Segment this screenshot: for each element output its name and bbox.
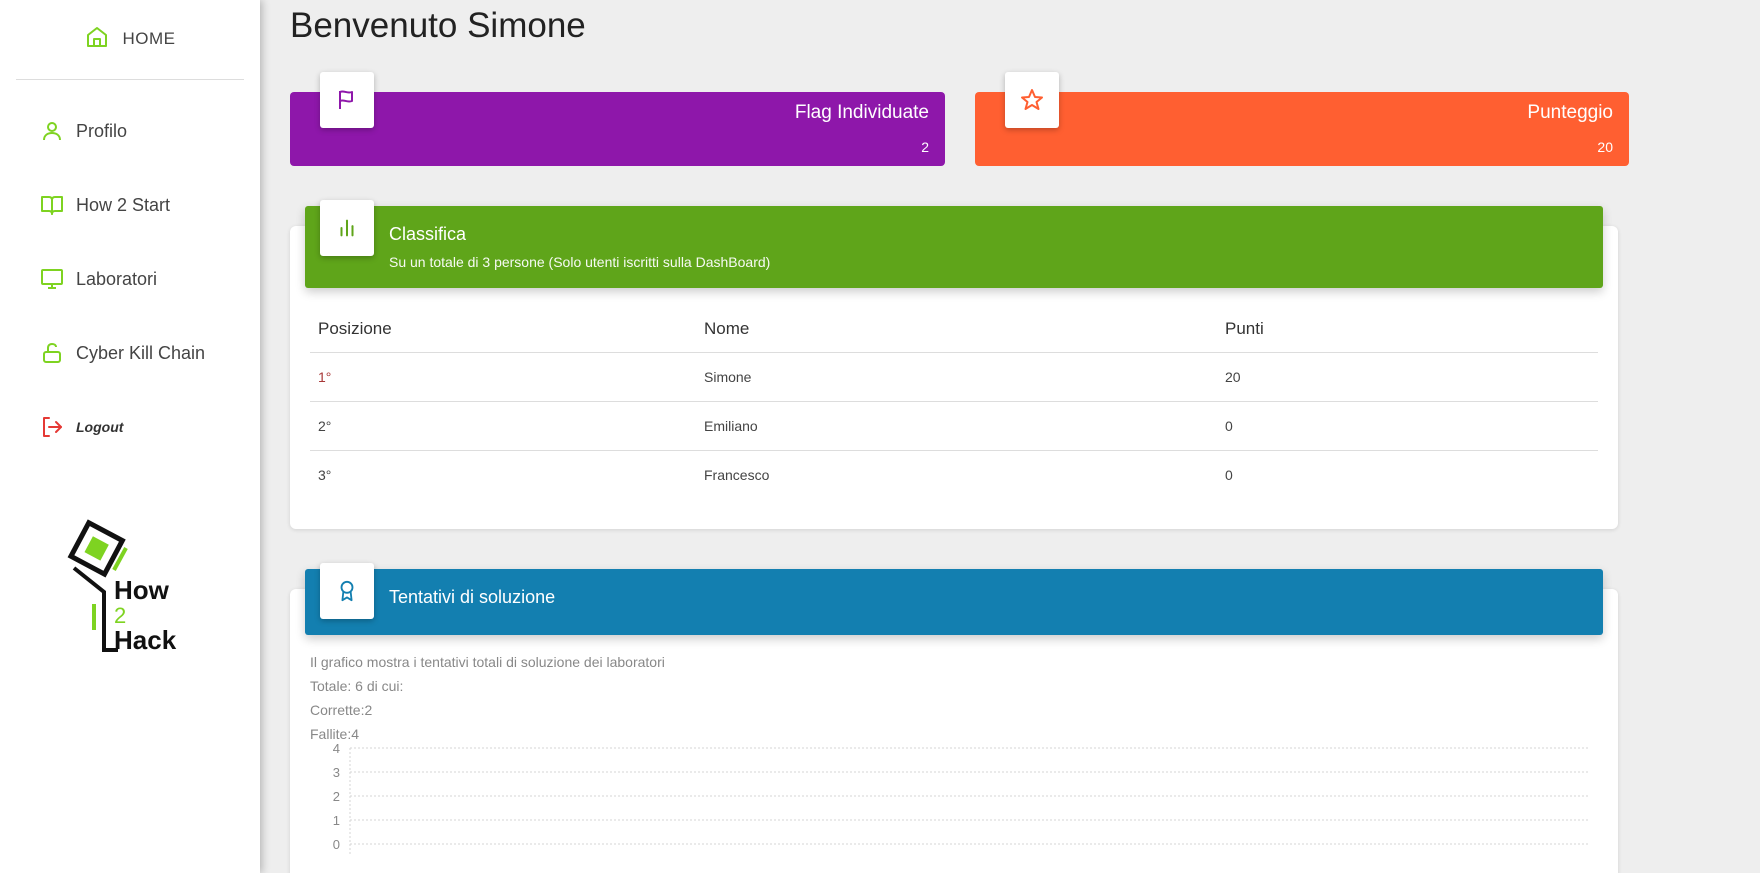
name-cell: Francesco [704, 466, 770, 483]
points-cell: 0 [1225, 466, 1233, 483]
sidebar: HOME Profilo How 2 Start Laboratori Cybe… [0, 0, 260, 873]
flag-icon [320, 72, 374, 128]
position-cell: 1° [310, 352, 696, 402]
y-tick-label: 3 [333, 765, 340, 780]
stat-title: Punteggio [1527, 102, 1613, 123]
column-header: Posizione [310, 306, 696, 353]
attempts-title: Tentativi di soluzione [389, 587, 556, 607]
sidebar-divider [16, 79, 244, 80]
stat-value: 20 [1597, 139, 1613, 155]
attempts-card: Tentativi di soluzione Il grafico mostra… [290, 563, 1618, 873]
page-title: Benvenuto Simone [290, 6, 586, 45]
leaderboard-title: Classifica [389, 224, 467, 244]
award-icon [320, 563, 374, 619]
y-tick-label: 1 [333, 813, 340, 828]
attempts-description: Il grafico mostra i tentativi totali di … [310, 654, 665, 670]
user-icon [43, 122, 61, 141]
monitor-icon [41, 269, 63, 289]
position-cell: 3° [318, 466, 332, 483]
y-tick-label: 0 [333, 837, 340, 852]
home-icon [85, 25, 109, 54]
logo-text-how: How [114, 575, 170, 605]
y-tick-label: 4 [333, 742, 340, 756]
sidebar-item-profilo[interactable]: Profilo [40, 116, 127, 146]
leaderboard-card: Classifica Su un totale di 3 persone (So… [290, 200, 1618, 529]
column-header: Nome [696, 306, 1217, 353]
y-tick-label: 2 [333, 789, 340, 804]
unlock-icon [43, 342, 61, 363]
table-row: 2° Emiliano 0 [310, 401, 1598, 451]
attempts-chart: 4 3 2 1 0 [333, 742, 1590, 856]
sidebar-item-label: Cyber Kill Chain [76, 342, 206, 363]
sidebar-item-label: Profilo [76, 120, 128, 141]
sidebar-item-how-2-start[interactable]: How 2 Start [40, 190, 170, 220]
attempts-failed: Fallite:4 [310, 726, 360, 742]
attempts-total: Totale: 6 di cui: [310, 678, 404, 694]
column-header: Punti [1217, 306, 1598, 353]
stat-title: Flag Individuate [794, 102, 929, 123]
name-cell: Emiliano [696, 401, 1217, 451]
table-row: 3° Francesco 0 [310, 450, 1598, 499]
table-row: 1° Simone 20 [310, 352, 1598, 402]
sidebar-item-logout[interactable]: Logout [40, 412, 123, 442]
name-cell: Simone [696, 352, 1217, 402]
stat-value: 2 [921, 139, 929, 155]
book-icon [41, 196, 63, 215]
position-cell: 2° [310, 401, 696, 451]
bar-chart-icon [320, 200, 374, 256]
sidebar-item-label: Logout [76, 419, 124, 435]
sidebar-item-label: How 2 Start [76, 194, 171, 215]
attempts-correct: Corrette:2 [310, 702, 373, 718]
sidebar-item-label: Laboratori [76, 268, 158, 289]
leaderboard-table: Posizione Nome Punti 1° Simone 20 2° Emi… [310, 306, 1598, 499]
points-cell: 0 [1217, 401, 1598, 451]
table-header-row: Posizione Nome Punti [310, 306, 1598, 353]
star-icon [1005, 72, 1059, 128]
flag-stat-card: Flag Individuate 2 [290, 72, 945, 166]
sidebar-item-laboratori[interactable]: Laboratori [40, 264, 157, 294]
how2hack-logo: How 2 Hack [64, 518, 184, 658]
leaderboard-header: Classifica Su un totale di 3 persone (So… [305, 200, 1603, 288]
logout-icon [43, 417, 62, 437]
home-link[interactable]: HOME [0, 22, 260, 56]
sidebar-item-cyber-kill-chain[interactable]: Cyber Kill Chain [40, 338, 205, 368]
home-label: HOME [122, 29, 176, 48]
logo-text-hack: Hack [114, 625, 177, 655]
points-cell: 20 [1217, 352, 1598, 402]
score-stat-card: Punteggio 20 [975, 72, 1629, 166]
attempts-header: Tentativi di soluzione [305, 563, 1603, 635]
leaderboard-subtitle: Su un totale di 3 persone (Solo utenti i… [389, 254, 771, 270]
